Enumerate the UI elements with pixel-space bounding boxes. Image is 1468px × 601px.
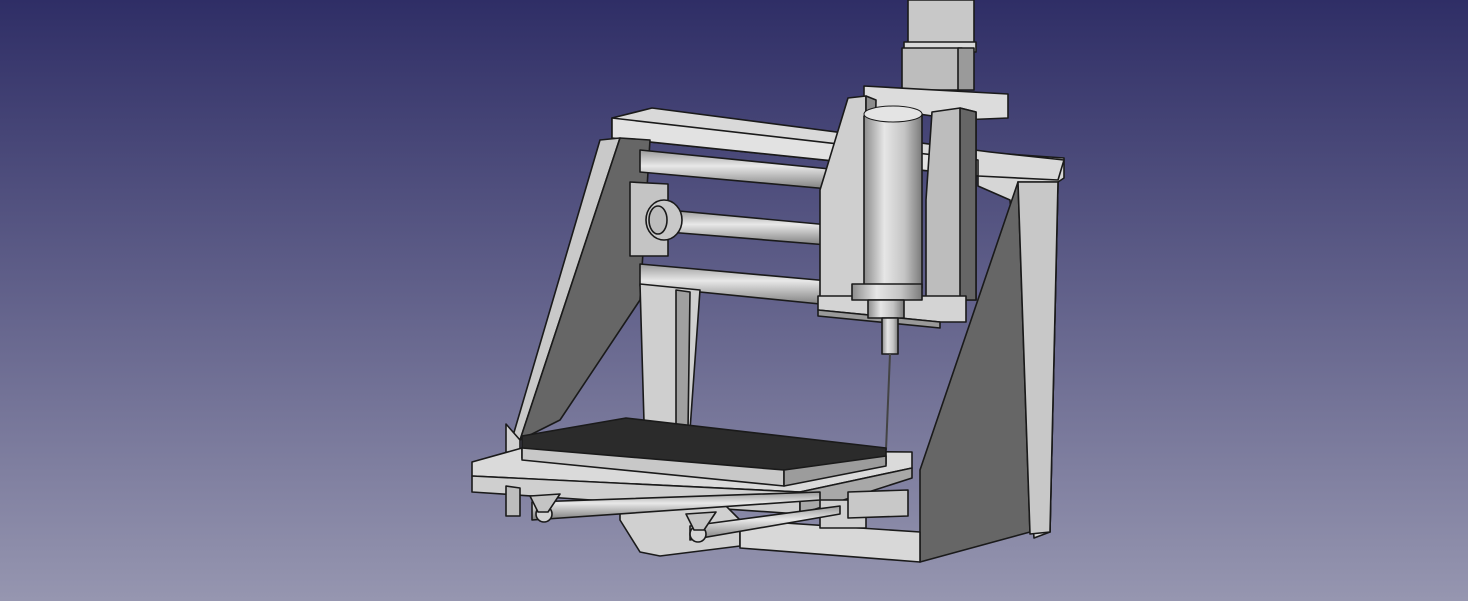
cnc-machine-model[interactable] — [0, 0, 1468, 601]
3d-viewport[interactable] — [0, 0, 1468, 601]
viewport-background — [0, 0, 1468, 601]
z-axis-column — [901, 0, 977, 91]
